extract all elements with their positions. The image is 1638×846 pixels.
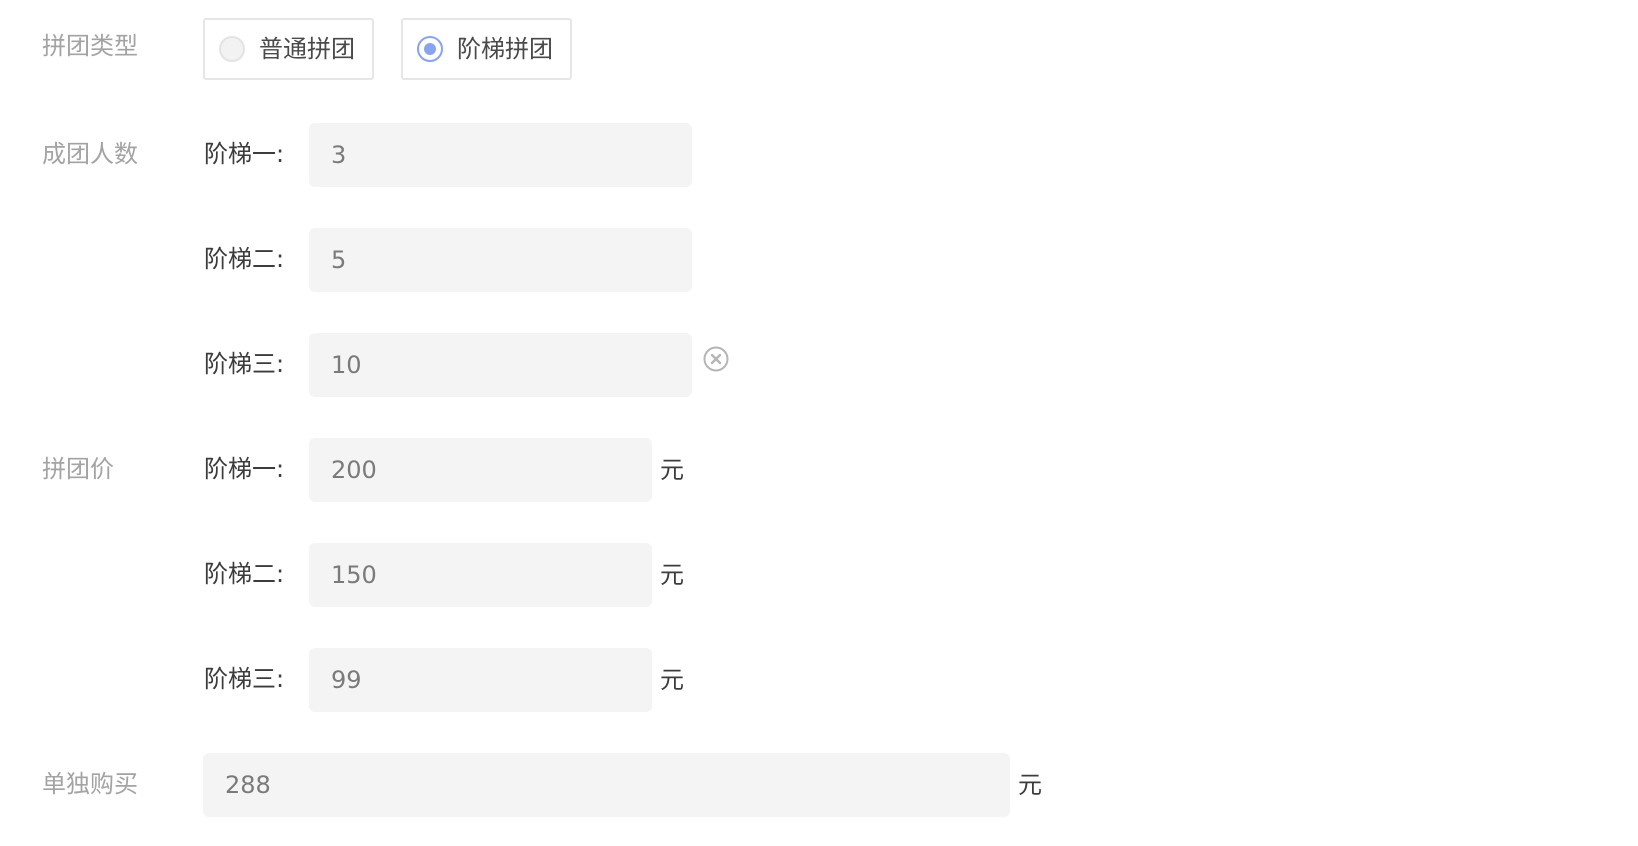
group-price-tier-3-field[interactable] — [309, 648, 652, 712]
radio-option-label: 阶梯拼团 — [457, 35, 553, 63]
group-price-tier-2-field[interactable] — [309, 543, 652, 607]
group-price-tier-2-input[interactable] — [331, 561, 652, 589]
currency-unit: 元 — [1018, 771, 1042, 799]
radio-option-label: 普通拼团 — [259, 35, 355, 63]
group-price-tier-3-input[interactable] — [331, 666, 652, 694]
group-size-tier-2-label: 阶梯二: — [204, 245, 285, 273]
radio-unchecked-icon[interactable] — [219, 36, 245, 62]
radio-option-tiered-group[interactable]: 阶梯拼团 — [401, 18, 572, 80]
group-size-tier-1-input[interactable] — [331, 141, 692, 169]
group-size-tier-2-field[interactable] — [309, 228, 692, 292]
group-price-label: 拼团价 — [42, 455, 114, 483]
group-price-tier-1-input[interactable] — [331, 456, 652, 484]
group-type-label: 拼团类型 — [42, 32, 138, 60]
single-purchase-field[interactable] — [203, 753, 1010, 817]
single-purchase-label: 单独购买 — [42, 770, 138, 798]
group-buy-form: 拼团类型 普通拼团 阶梯拼团 成团人数 阶梯一: 阶梯二: 阶梯三: 拼团价 阶… — [0, 0, 1638, 846]
radio-option-normal-group[interactable]: 普通拼团 — [203, 18, 374, 80]
group-price-tier-1-field[interactable] — [309, 438, 652, 502]
group-size-tier-3-input[interactable] — [331, 351, 692, 379]
group-price-tier-3-label: 阶梯三: — [204, 665, 285, 693]
group-size-tier-1-label: 阶梯一: — [204, 140, 285, 168]
group-size-tier-3-label: 阶梯三: — [204, 350, 285, 378]
group-size-label: 成团人数 — [42, 140, 138, 168]
radio-checked-icon[interactable] — [417, 36, 443, 62]
group-size-tier-1-field[interactable] — [309, 123, 692, 187]
group-size-tier-2-input[interactable] — [331, 246, 692, 274]
single-purchase-input[interactable] — [225, 771, 1010, 799]
currency-unit: 元 — [660, 456, 684, 484]
circle-x-icon[interactable] — [703, 346, 729, 372]
group-price-tier-1-label: 阶梯一: — [204, 455, 285, 483]
group-price-tier-2-label: 阶梯二: — [204, 560, 285, 588]
currency-unit: 元 — [660, 561, 684, 589]
currency-unit: 元 — [660, 666, 684, 694]
group-size-tier-3-field[interactable] — [309, 333, 692, 397]
